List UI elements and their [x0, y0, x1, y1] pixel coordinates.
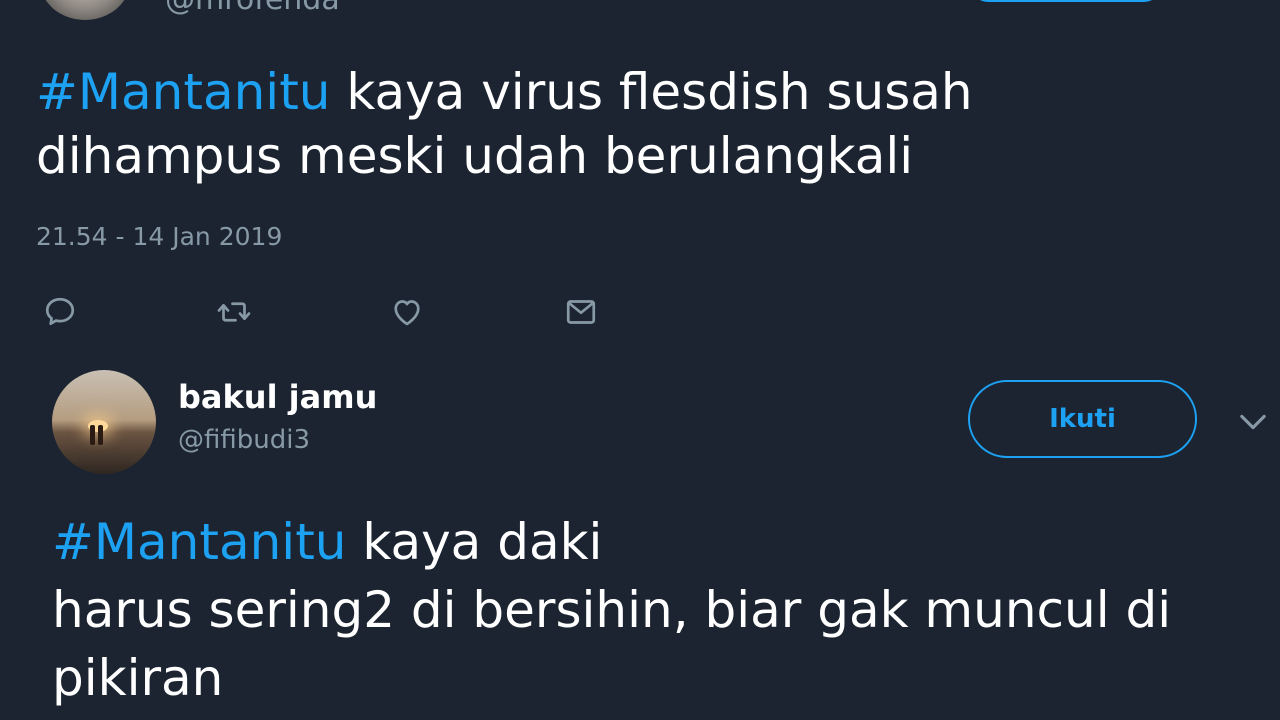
reply-button[interactable] [40, 292, 80, 332]
message-icon [566, 300, 596, 324]
tweet-timestamp[interactable]: 21.54 - 14 Jan 2019 [36, 222, 282, 251]
tweet-line-3: pikiran [52, 649, 224, 707]
hashtag-link[interactable]: #Mantanitu [52, 513, 346, 571]
heart-icon [394, 300, 420, 326]
like-button[interactable] [387, 292, 427, 332]
follow-button-previous[interactable] [968, 0, 1164, 2]
follow-button[interactable]: Ikuti [968, 380, 1197, 458]
retweet-icon [217, 302, 251, 322]
user-display-name[interactable]: bakul jamu [178, 378, 377, 416]
chevron-down-icon[interactable] [1236, 408, 1270, 436]
tweet-text-body: kaya daki [346, 513, 603, 571]
tweet-line-1: #Mantanitu kaya daki [52, 508, 1262, 576]
avatar[interactable] [52, 370, 156, 474]
avatar-previous-user[interactable] [40, 0, 130, 20]
twitter-thread: @mrofenda #Mantanitu kaya virus flesdish… [0, 0, 1280, 720]
retweet-button[interactable] [214, 292, 254, 332]
user-handle[interactable]: @fifibudi3 [178, 425, 310, 455]
reply-icon [45, 297, 75, 326]
tweet-line-2: harus sering2 di bersihin, biar gak munc… [52, 581, 1172, 639]
direct-message-button[interactable] [561, 292, 601, 332]
tweet-text: #Mantanitu kaya virus flesdish susah dih… [36, 60, 1036, 188]
hashtag-link[interactable]: #Mantanitu [36, 63, 330, 121]
user-handle-previous[interactable]: @mrofenda [165, 0, 340, 17]
tweet-text: #Mantanitu kaya daki harus sering2 di be… [52, 508, 1262, 712]
